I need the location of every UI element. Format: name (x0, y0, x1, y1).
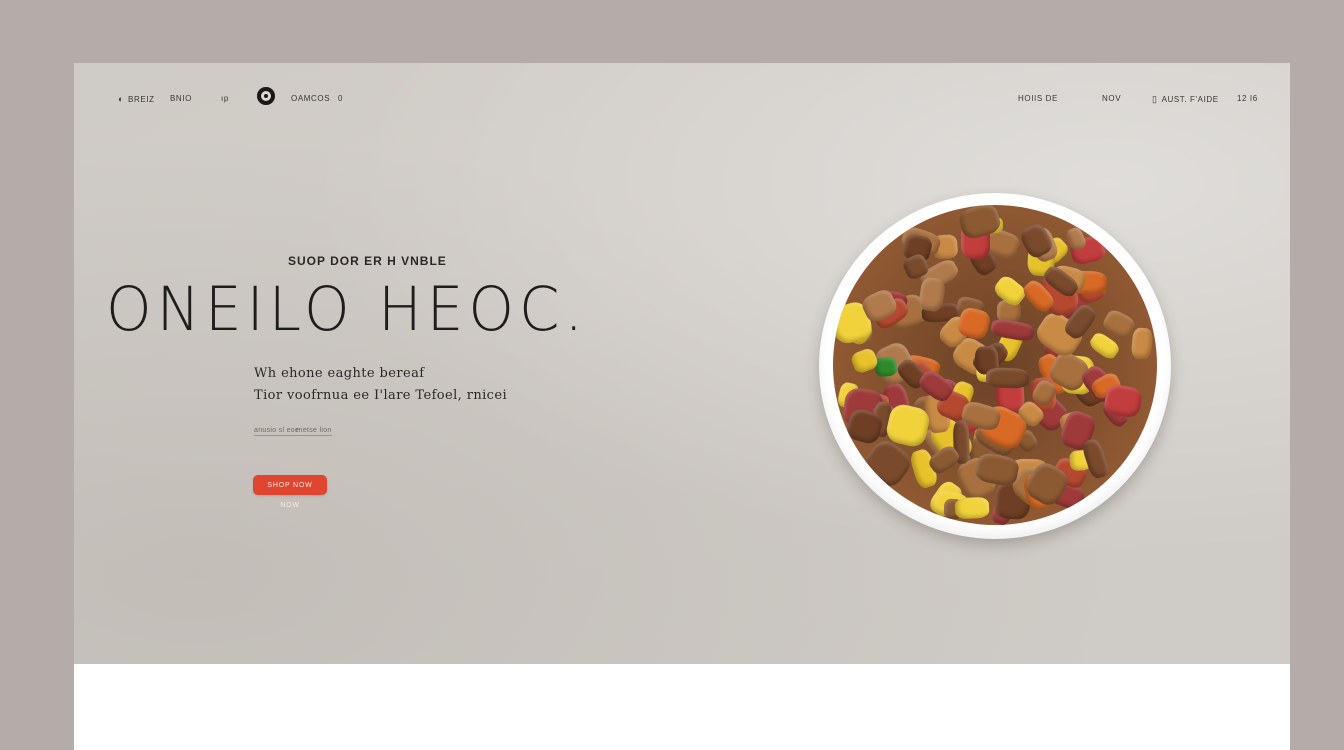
hero-meta-1[interactable]: anusio sl eoe (254, 427, 300, 436)
kibble-piece (986, 367, 1031, 389)
nav-link-2[interactable]: BNIO (170, 85, 192, 113)
kibble-piece (1130, 327, 1154, 361)
page-frame: ◐ BREIZ BNIO ıp OAMCOS 0 HOIIS DE NOV ▯ AU… (74, 63, 1290, 750)
nav-link-3[interactable]: ıp (221, 85, 229, 113)
logo-text: OAMCOS (291, 94, 331, 103)
account-label: AUST. F'AIDE (1161, 95, 1219, 104)
bag-icon: ▯ (1152, 94, 1158, 104)
nav-link-right-1[interactable]: HOIIS DE (1018, 85, 1058, 113)
brand-label: BREIZ (128, 95, 155, 104)
hero-headline: ONEILO HEOC. (106, 273, 588, 345)
brand-link[interactable]: ◐ BREIZ (118, 85, 155, 113)
logo-suffix: 0 (338, 94, 344, 103)
kibble-mix (833, 205, 1157, 525)
kibble-piece (990, 317, 1036, 343)
circle-logo-icon[interactable] (257, 87, 275, 105)
shop-now-button[interactable]: SHOP NOW NOW (253, 475, 327, 509)
hero-subtext-line-1: Wh ehone eaghte bereaf (254, 366, 425, 381)
product-image (813, 191, 1181, 553)
hero-kicker: SUOP DOR ER H VNBLE (288, 254, 447, 268)
nav-link-right-2[interactable]: NOV (1102, 85, 1121, 113)
hero-meta-2[interactable]: rnetse lion (296, 427, 332, 436)
top-navigation: ◐ BREIZ BNIO ıp OAMCOS 0 HOIIS DE NOV ▯ AU… (74, 85, 1290, 113)
dog-icon: ◐ (118, 94, 125, 104)
kibble-piece (954, 496, 990, 519)
hero-subtext-line-2: Tior voofrnua ee I'lare Tefoel, rnicei (254, 388, 508, 403)
food-bowl (819, 193, 1171, 539)
hero-section: ◐ BREIZ BNIO ıp OAMCOS 0 HOIIS DE NOV ▯ AU… (74, 63, 1290, 664)
account-link[interactable]: ▯ AUST. F'AIDE (1152, 85, 1219, 113)
content-section (74, 664, 1290, 750)
cart-count[interactable]: 12 I6 (1237, 85, 1258, 113)
